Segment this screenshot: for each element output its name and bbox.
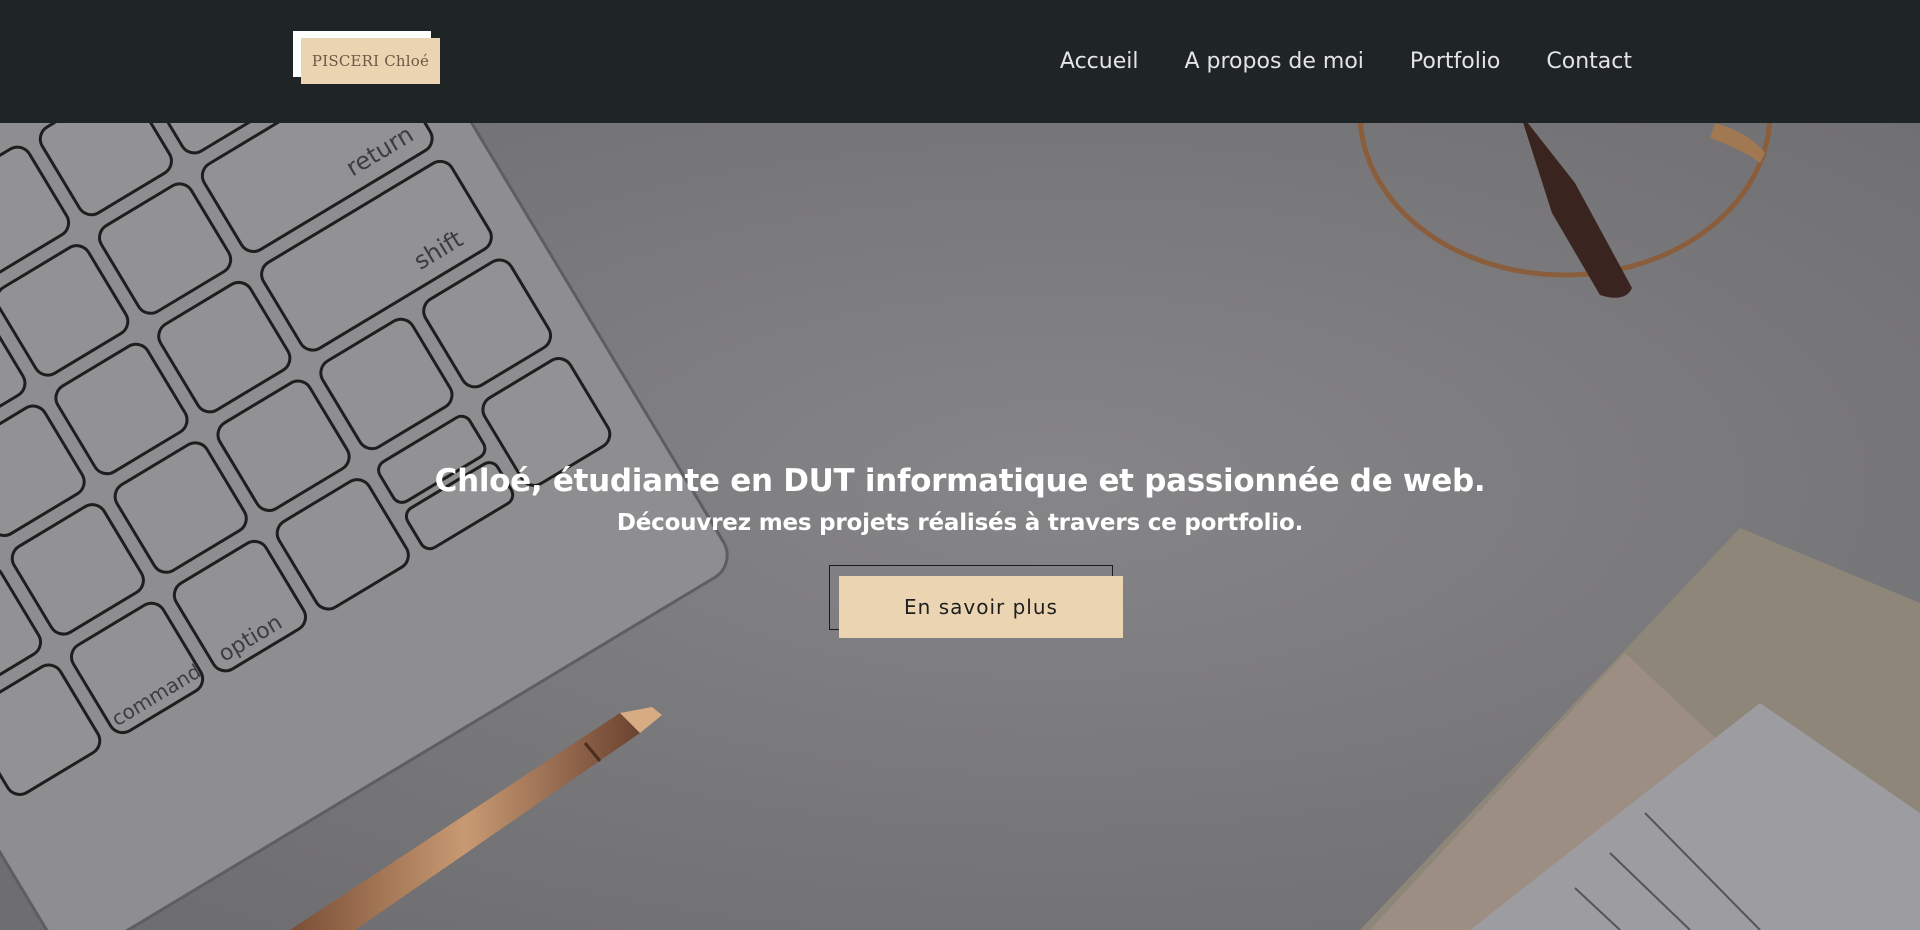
- nav-link-portfolio[interactable]: Portfolio: [1410, 49, 1501, 74]
- hero-section: return shift option command P L: [0, 123, 1920, 930]
- logo[interactable]: PISCERI Chloé: [293, 31, 440, 84]
- navbar: PISCERI Chloé Accueil A propos de moi Po…: [0, 0, 1920, 123]
- nav-link-a-propos[interactable]: A propos de moi: [1184, 49, 1363, 74]
- hero-title: Chloé, étudiante en DUT informatique et …: [434, 463, 1486, 499]
- logo-text: PISCERI Chloé: [311, 52, 430, 70]
- nav-link-contact[interactable]: Contact: [1546, 49, 1632, 74]
- nav-link-accueil[interactable]: Accueil: [1060, 49, 1139, 74]
- main-nav: Accueil A propos de moi Portfolio Contac…: [1060, 0, 1632, 123]
- hero-subtitle: Découvrez mes projets réalisés à travers…: [616, 510, 1304, 536]
- cta-fill: En savoir plus: [839, 576, 1123, 638]
- cta-label: En savoir plus: [904, 595, 1058, 619]
- logo-plate: PISCERI Chloé: [301, 38, 440, 84]
- en-savoir-plus-button[interactable]: En savoir plus: [829, 565, 1123, 642]
